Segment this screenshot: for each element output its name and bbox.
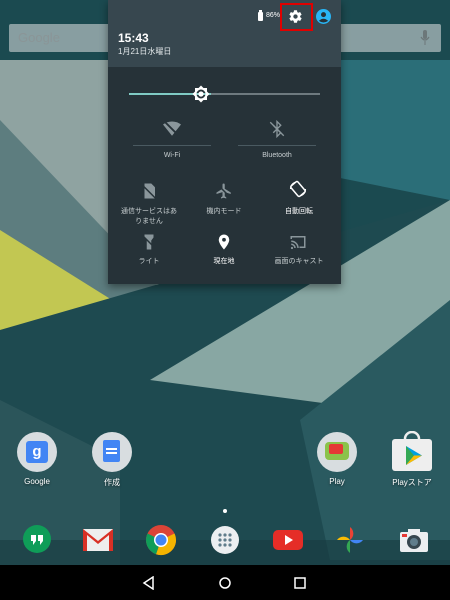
cast-icon (290, 236, 306, 250)
app-docs-label: 作成 (104, 478, 120, 487)
page-indicator-dot (223, 509, 227, 513)
app-play-label: Play (329, 477, 345, 486)
google-folder-icon: g (17, 432, 57, 472)
tile-airplane-label: 機内モード (206, 208, 242, 215)
play-store-icon (392, 431, 432, 471)
clock-date: 1月21日水曜日 (118, 47, 172, 56)
tile-mobile-data-label-line1: 通信サービスはあ (121, 208, 177, 215)
shade-header: 86% 15:43 1月21日水曜日 (108, 0, 341, 67)
app-play-store-label: Playストア (392, 478, 432, 487)
tile-auto-rotate-label: 自動回転 (285, 208, 313, 215)
play-folder-icon (317, 432, 357, 472)
gmail-icon[interactable] (82, 524, 114, 556)
docs-folder-icon (92, 432, 132, 472)
no-sim-icon (141, 183, 157, 200)
account-icon[interactable] (316, 9, 331, 24)
recents-icon[interactable] (293, 576, 307, 590)
hangouts-icon[interactable] (21, 524, 53, 556)
home-icon[interactable] (218, 576, 232, 590)
chrome-icon[interactable] (145, 524, 177, 556)
tile-flashlight-label: ライト (138, 258, 160, 265)
tile-wifi-divider (133, 145, 211, 146)
navigation-bar (0, 565, 450, 600)
microphone-icon[interactable] (420, 30, 430, 46)
tile-mobile-data-label-line2: りません (135, 218, 163, 225)
app-drawer-icon[interactable] (209, 524, 241, 556)
photos-icon[interactable] (334, 524, 366, 556)
battery-percentage: 86% (266, 12, 281, 19)
tile-location-label: 現在地 (213, 258, 235, 265)
bluetooth-off-icon (269, 120, 285, 138)
gear-icon[interactable] (288, 9, 303, 24)
brightness-slider[interactable] (129, 93, 320, 95)
back-icon[interactable] (142, 576, 156, 590)
airplane-icon (216, 183, 232, 199)
google-logo: Google (18, 30, 60, 45)
flashlight-icon (141, 234, 157, 250)
tile-bluetooth-label: Bluetooth (262, 152, 292, 159)
battery-icon (258, 10, 263, 21)
clock-time: 15:43 (118, 31, 149, 45)
camera-icon[interactable] (398, 524, 430, 556)
youtube-icon[interactable] (272, 524, 304, 556)
tile-mobile-data-label: 通信サービスはあ りません (113, 207, 185, 227)
tile-wifi-label: Wi-Fi (163, 152, 181, 159)
tile-cast-label: 画面のキャスト (274, 258, 324, 265)
app-google-label: Google (24, 477, 50, 486)
tile-bluetooth-divider (238, 145, 316, 146)
wifi-off-icon (163, 121, 181, 137)
brightness-icon[interactable] (192, 85, 210, 103)
quick-settings-panel: 86% 15:43 1月21日水曜日 Wi-Fi Bluetooth 通信サービ… (108, 0, 341, 284)
auto-rotate-icon (289, 180, 307, 198)
location-icon (218, 234, 230, 250)
